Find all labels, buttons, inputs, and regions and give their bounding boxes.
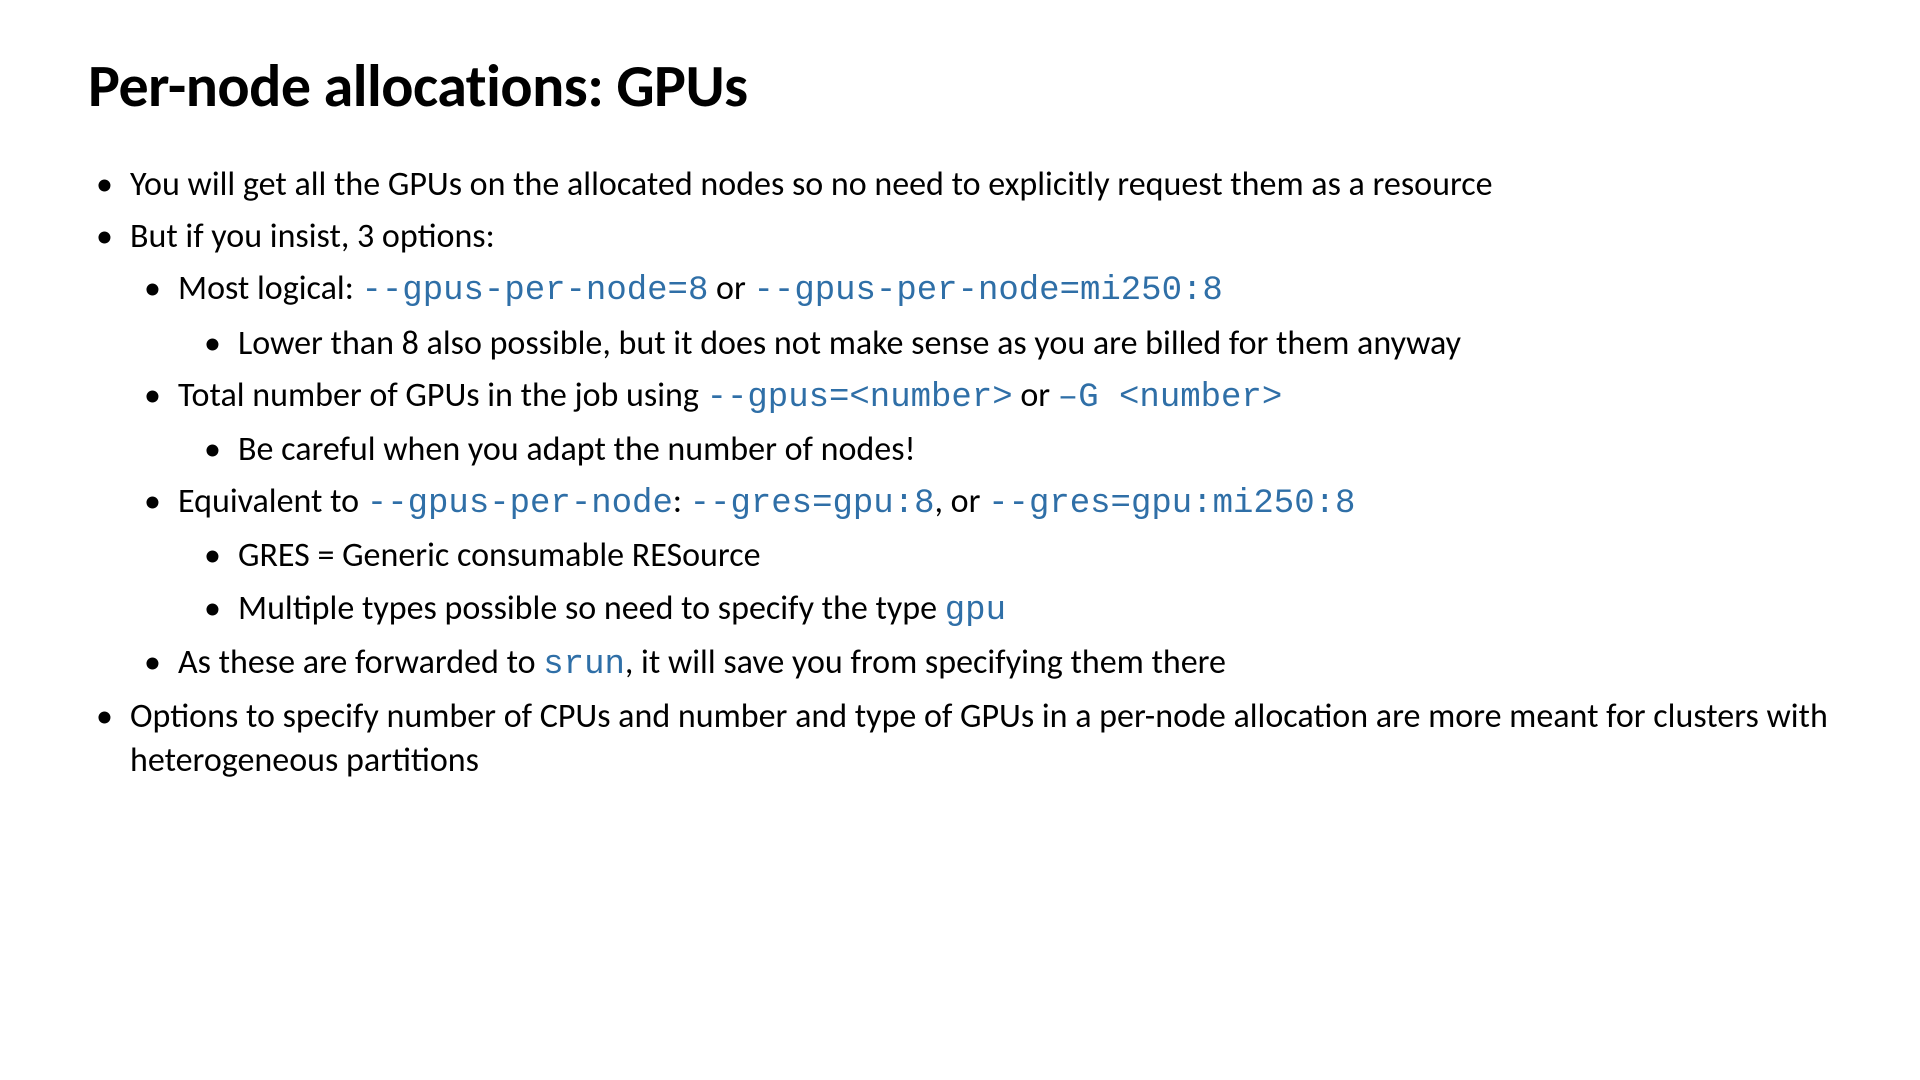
code-text: srun (543, 646, 625, 684)
bullet-text: You will get all the GPUs on the allocat… (130, 164, 1493, 205)
bullet-item: But if you insist, 3 options: (88, 215, 1832, 259)
bullet-text: Be careful when you adapt the number of … (238, 429, 916, 470)
bullet-text: Equivalent to (178, 481, 367, 522)
slide-title: Per-node allocations: GPUs (88, 50, 1832, 123)
bullet-text: As these are forwarded to (178, 642, 543, 683)
bullet-text: : (673, 481, 690, 522)
bullet-text: , or (935, 481, 989, 522)
bullet-text: Options to specify number of CPUs and nu… (130, 696, 1828, 781)
bullet-text: or (1013, 375, 1058, 416)
code-text: --gres=gpu:8 (690, 485, 935, 523)
bullet-item: As these are forwarded to srun, it will … (136, 641, 1832, 687)
bullet-text: But if you insist, 3 options: (130, 216, 495, 257)
bullet-text: Multiple types possible so need to speci… (238, 588, 945, 629)
bullet-text: GRES = Generic consumable RESource (238, 535, 761, 576)
bullet-item: Be careful when you adapt the number of … (196, 428, 1832, 472)
bullet-list: You will get all the GPUs on the allocat… (88, 163, 1832, 783)
bullet-text: Most logical: (178, 268, 362, 309)
code-text: --gpus-per-node (367, 485, 673, 523)
code-text: --gpus=<number> (707, 379, 1013, 417)
bullet-item: GRES = Generic consumable RESource (196, 534, 1832, 578)
slide: Per-node allocations: GPUs You will get … (0, 0, 1920, 831)
bullet-item: You will get all the GPUs on the allocat… (88, 163, 1832, 207)
bullet-text: Lower than 8 also possible, but it does … (238, 323, 1461, 364)
bullet-item: Equivalent to --gpus-per-node: --gres=gp… (136, 480, 1832, 526)
code-text: --gpus-per-node=8 (362, 272, 709, 310)
bullet-item: Options to specify number of CPUs and nu… (88, 695, 1832, 783)
code-text: –G <number> (1058, 379, 1282, 417)
bullet-item: Most logical: --gpus-per-node=8 or --gpu… (136, 267, 1832, 313)
bullet-text: , it will save you from specifying them … (625, 642, 1226, 683)
code-text: --gpus-per-node=mi250:8 (754, 272, 1223, 310)
bullet-text: or (708, 268, 753, 309)
bullet-item: Multiple types possible so need to speci… (196, 587, 1832, 633)
code-text: gpu (945, 592, 1006, 630)
bullet-item: Total number of GPUs in the job using --… (136, 374, 1832, 420)
code-text: --gres=gpu:mi250:8 (988, 485, 1355, 523)
bullet-item: Lower than 8 also possible, but it does … (196, 322, 1832, 366)
bullet-text: Total number of GPUs in the job using (178, 375, 707, 416)
